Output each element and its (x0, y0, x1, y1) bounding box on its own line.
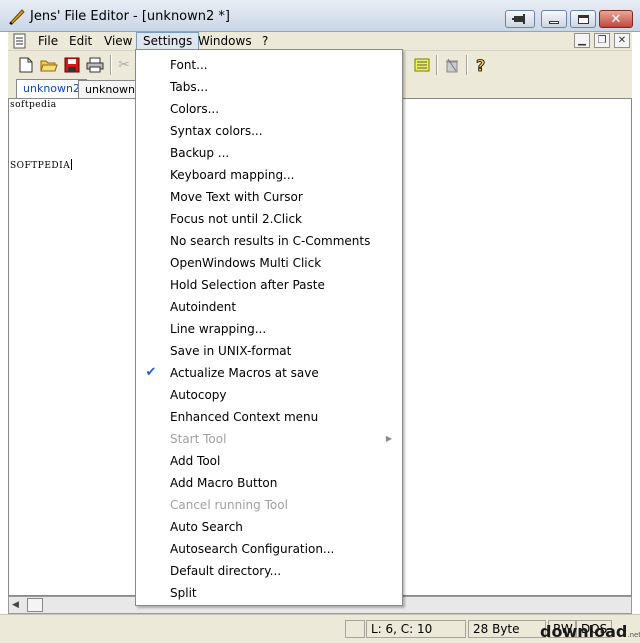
cursor-position: L: 6, C: 10 (366, 620, 466, 638)
editor-line-text: SOFTPEDIA (10, 161, 71, 171)
settings-menu-item-label: No search results in C-Comments (170, 234, 371, 248)
settings-menu-item-move-text-with-cursor[interactable]: Move Text with Cursor (136, 186, 402, 208)
feather-pen-icon (9, 9, 25, 25)
status-indicator (345, 620, 365, 638)
settings-menu-item-label: Autocopy (170, 388, 227, 402)
settings-menu-item-label: Focus not until 2.Click (170, 212, 302, 226)
settings-menu-item-label: Keyboard mapping... (170, 168, 295, 182)
settings-menu-item-label: Enhanced Context menu (170, 410, 319, 424)
settings-menu-item-label: Auto Search (170, 520, 243, 534)
delete-icon[interactable] (442, 55, 462, 75)
open-folder-icon[interactable] (39, 55, 59, 75)
editor-line: softpedia (10, 100, 57, 110)
settings-menu-item-focus-not-until-2-click[interactable]: Focus not until 2.Click (136, 208, 402, 230)
settings-menu-item-label: Autoindent (170, 300, 237, 314)
text-caret (71, 159, 73, 170)
print-icon[interactable] (85, 55, 105, 75)
toolbar-separator (436, 55, 438, 75)
settings-menu-item-label: Backup ... (170, 146, 230, 160)
new-file-icon[interactable] (16, 55, 36, 75)
cut-icon[interactable]: ✂ (114, 55, 134, 75)
settings-menu-item-hold-selection-after-paste[interactable]: Hold Selection after Paste (136, 274, 402, 296)
settings-menu-item-split[interactable]: Split (136, 582, 402, 604)
settings-menu-item-label: Hold Selection after Paste (170, 278, 325, 292)
settings-menu-item-label: Font... (170, 58, 208, 72)
settings-menu-item-label: Tabs... (170, 80, 209, 94)
close-icon: ✕ (610, 11, 622, 27)
settings-menu-item-enhanced-context-menu[interactable]: Enhanced Context menu (136, 406, 402, 428)
pin-icon (506, 11, 534, 27)
help-icon[interactable]: ? (471, 55, 491, 75)
settings-menu-item-label: Split (170, 586, 197, 600)
mdi-minimize-button[interactable]: ▁ (574, 33, 590, 48)
settings-menu-item-label: Autosearch Configuration... (170, 542, 335, 556)
maximize-button[interactable] (570, 10, 596, 28)
menu-settings[interactable]: Settings (136, 32, 200, 50)
maximize-icon (571, 11, 595, 27)
minimize-button[interactable] (541, 10, 567, 28)
settings-menu-item-label: Add Tool (170, 454, 221, 468)
scroll-left-icon[interactable]: ◀ (12, 600, 19, 610)
settings-menu-item-autocopy[interactable]: Autocopy (136, 384, 402, 406)
settings-menu-item-add-tool[interactable]: Add Tool (136, 450, 402, 472)
minimize-icon (542, 11, 566, 27)
settings-menu-item-label: Line wrapping... (170, 322, 267, 336)
settings-menu-item-label: Syntax colors... (170, 124, 263, 138)
settings-menu-item-label: Actualize Macros at save (170, 366, 319, 380)
settings-menu-item-colors[interactable]: Colors... (136, 98, 402, 120)
settings-menu-item-actualize-macros-at-save[interactable]: ✔ Actualize Macros at save (136, 362, 402, 384)
settings-menu-item-label: Move Text with Cursor (170, 190, 303, 204)
toolbar-separator (110, 55, 112, 75)
settings-menu-item-label: Save in UNIX-format (170, 344, 292, 358)
scroll-thumb[interactable] (27, 598, 43, 612)
settings-menu-item-backup[interactable]: Backup ... (136, 142, 402, 164)
save-icon[interactable] (62, 55, 82, 75)
highlight-icon[interactable] (412, 55, 432, 75)
window-title: Jens' File Editor - [unknown2 *] (30, 9, 230, 24)
settings-menu-item-label: Start Tool (170, 432, 227, 446)
close-button[interactable]: ✕ (599, 10, 633, 28)
menu-view[interactable]: View (98, 32, 138, 50)
svg-text:?: ? (476, 56, 485, 74)
settings-menu-item-syntax-colors[interactable]: Syntax colors... (136, 120, 402, 142)
pin-button[interactable] (505, 10, 535, 28)
menu-windows[interactable]: Windows (192, 32, 258, 50)
document-menu-icon[interactable] (12, 33, 28, 49)
settings-menu-item-label: Colors... (170, 102, 220, 116)
settings-menu-item-openwindows-multi-click[interactable]: OpenWindows Multi Click (136, 252, 402, 274)
settings-menu-item-font[interactable]: Font... (136, 54, 402, 76)
settings-menu-item-keyboard-mapping[interactable]: Keyboard mapping... (136, 164, 402, 186)
settings-menu-item-add-macro-button[interactable]: Add Macro Button (136, 472, 402, 494)
settings-menu-item-cancel-running-tool: Cancel running Tool (136, 494, 402, 516)
menu-file[interactable]: File (32, 32, 64, 50)
file-size: 28 Byte (468, 620, 546, 638)
menu-edit[interactable]: Edit (63, 32, 98, 50)
settings-menu-item-autoindent[interactable]: Autoindent (136, 296, 402, 318)
title-bar: Jens' File Editor - [unknown2 *] ✕ (0, 0, 640, 32)
settings-menu-item-label: Cancel running Tool (170, 498, 288, 512)
menu-help[interactable]: ? (256, 32, 274, 50)
settings-menu-item-tabs[interactable]: Tabs... (136, 76, 402, 98)
settings-menu-item-save-in-unix-format[interactable]: Save in UNIX-format (136, 340, 402, 362)
editor-line: SOFTPEDIA (10, 159, 73, 171)
settings-menu-item-auto-search[interactable]: Auto Search (136, 516, 402, 538)
menu-bar: File Edit View Settings Windows ? ▁ ❐ ✕ (8, 32, 632, 50)
mdi-restore-button[interactable]: ❐ (594, 33, 610, 48)
settings-menu-item-default-directory[interactable]: Default directory... (136, 560, 402, 582)
tab-unknown2[interactable]: unknown2 (16, 79, 87, 98)
toolbar-separator (466, 55, 468, 75)
settings-menu-item-start-tool: Start Tool ▶ (136, 428, 402, 450)
watermark-logo: download.net.pl (540, 622, 640, 641)
settings-dropdown-menu: Font... Tabs... Colors... Syntax colors... B… (135, 49, 403, 606)
settings-menu-item-label: Default directory... (170, 564, 282, 578)
settings-menu-item-label: Add Macro Button (170, 476, 278, 490)
checkmark-icon: ✔ (145, 365, 157, 380)
settings-menu-item-no-search-results-in-c-comments[interactable]: No search results in C-Comments (136, 230, 402, 252)
settings-menu-item-autosearch-configuration[interactable]: Autosearch Configuration... (136, 538, 402, 560)
submenu-arrow-icon: ▶ (385, 434, 392, 443)
settings-menu-item-label: OpenWindows Multi Click (170, 256, 322, 270)
mdi-close-button[interactable]: ✕ (614, 33, 630, 48)
settings-menu-item-line-wrapping[interactable]: Line wrapping... (136, 318, 402, 340)
